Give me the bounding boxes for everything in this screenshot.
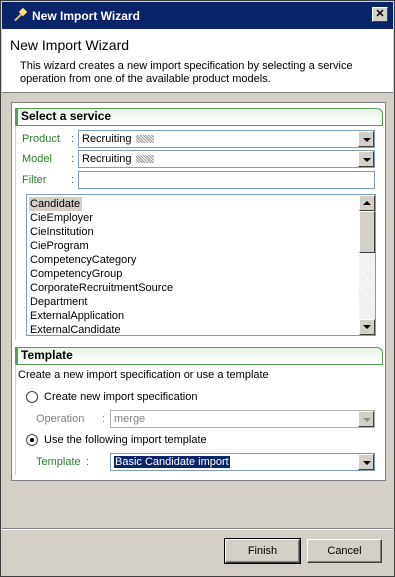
model-value: Recruiting: [82, 153, 132, 165]
list-item[interactable]: CieProgram: [29, 239, 357, 253]
model-row: Model :: [16, 150, 81, 168]
window-title: New Import Wizard: [32, 8, 140, 23]
list-item[interactable]: CieEmployer: [29, 211, 357, 225]
chevron-down-icon[interactable]: [358, 151, 374, 167]
list-item[interactable]: CieInstitution: [29, 225, 357, 239]
template-row: Template :: [36, 453, 100, 471]
service-section-title: Select a service: [15, 108, 383, 125]
list-item-label: CompetencyCategory: [30, 254, 137, 266]
operation-row: Operation :: [36, 410, 116, 428]
use-template-label: Use the following import template: [44, 434, 207, 446]
footer-divider: [2, 528, 393, 530]
list-item-label: ExternalApplication: [30, 310, 125, 322]
page-title: New Import Wizard: [10, 37, 130, 53]
template-value: Basic Candidate import: [114, 456, 230, 468]
redacted-mark: [135, 135, 154, 144]
service-list-items: Candidate CieEmployer CieInstitution CiePro…: [29, 197, 357, 336]
template-colon: :: [86, 456, 90, 468]
template-section-title: Template: [15, 347, 383, 364]
product-label: Product: [22, 133, 60, 145]
model-label: Model: [22, 153, 52, 165]
list-item[interactable]: ExternalApplication: [29, 309, 357, 323]
list-item-label: CieProgram: [30, 240, 89, 252]
new-spec-option[interactable]: Create new import specification: [26, 389, 197, 405]
list-item-label: CieInstitution: [30, 226, 94, 238]
service-section: Select a service Product : Recruiting Mo…: [15, 108, 383, 340]
service-list-scrollbar[interactable]: [359, 195, 375, 335]
filter-label: Filter: [22, 174, 47, 186]
wizard-content: Select a service Product : Recruiting Mo…: [11, 102, 386, 481]
filter-row: Filter :: [16, 171, 81, 189]
new-spec-radio[interactable]: [26, 391, 38, 403]
operation-value: merge: [114, 413, 146, 425]
use-template-radio[interactable]: [26, 434, 38, 446]
list-item-label: CieEmployer: [30, 212, 93, 224]
wizard-header: New Import Wizard This wizard creates a …: [2, 29, 393, 93]
chevron-down-icon[interactable]: [358, 131, 374, 147]
wizard-window: New Import Wizard ✕ New Import Wizard Th…: [0, 0, 395, 577]
template-instruction: Create a new import specification or use…: [18, 369, 269, 381]
template-combo[interactable]: Basic Candidate import: [110, 453, 375, 471]
list-item[interactable]: CorporateRecruitmentSource: [29, 281, 357, 295]
template-section: Template Create a new import specificati…: [15, 347, 383, 475]
filter-input[interactable]: [78, 171, 375, 189]
list-item[interactable]: CompetencyCategory: [29, 253, 357, 267]
service-list[interactable]: Candidate CieEmployer CieInstitution CiePro…: [26, 194, 376, 336]
scroll-down-icon[interactable]: [359, 319, 375, 335]
wizard-wand-icon: [10, 7, 28, 24]
page-description: This wizard creates a new import specifi…: [20, 60, 353, 85]
chevron-down-icon[interactable]: [358, 411, 374, 427]
list-item-label: ExternalCandidate: [30, 324, 121, 336]
list-item[interactable]: Candidate: [29, 197, 357, 211]
close-icon[interactable]: ✕: [372, 7, 388, 22]
product-value: Recruiting: [82, 133, 132, 145]
list-item[interactable]: CompetencyGroup: [29, 267, 357, 281]
title-bar[interactable]: New Import Wizard ✕: [2, 2, 393, 29]
use-template-option[interactable]: Use the following import template: [26, 432, 207, 448]
model-combo[interactable]: Recruiting: [78, 150, 375, 168]
list-item-label: Department: [30, 296, 88, 308]
list-item[interactable]: Department: [29, 295, 357, 309]
scroll-thumb[interactable]: [359, 211, 375, 253]
list-item-label: CorporateRecruitmentSource: [30, 282, 174, 294]
redacted-mark: [135, 155, 154, 164]
list-item[interactable]: ExternalCandidate: [29, 323, 357, 336]
operation-label: Operation: [36, 413, 85, 425]
new-spec-label: Create new import specification: [44, 391, 198, 403]
finish-button[interactable]: Finish: [224, 538, 301, 564]
operation-combo[interactable]: merge: [110, 410, 375, 428]
chevron-down-icon[interactable]: [358, 454, 374, 470]
template-section-body: Create a new import specification or use…: [15, 364, 383, 475]
product-combo[interactable]: Recruiting: [78, 130, 375, 148]
product-row: Product :: [16, 130, 81, 148]
list-item-label: Candidate: [29, 197, 83, 211]
service-section-body: Product : Recruiting Model : Recruiting …: [15, 125, 383, 340]
cancel-button[interactable]: Cancel: [307, 539, 382, 563]
scroll-up-icon[interactable]: [359, 195, 375, 211]
list-item-label: CompetencyGroup: [30, 268, 123, 280]
template-label: Template: [36, 456, 81, 468]
